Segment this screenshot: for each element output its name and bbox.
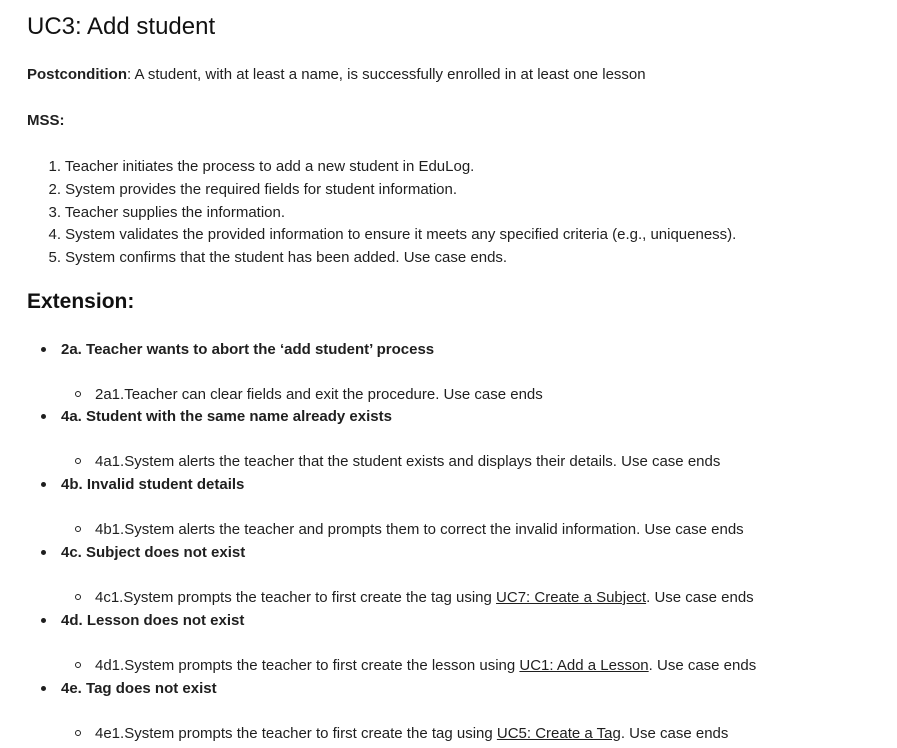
mss-step: 1. Teacher initiates the process to add … bbox=[27, 156, 736, 179]
extension-sub-text: 4b1.System alerts the teacher and prompt… bbox=[95, 521, 744, 538]
extension-sub-text-end: . Use case ends bbox=[620, 725, 729, 742]
extension-item: 4a. Student with the same name already e… bbox=[27, 407, 887, 475]
mss-step: 4. System validates the provided informa… bbox=[27, 224, 736, 247]
extension-sub-text: 4c1.System prompts the teacher to first … bbox=[95, 589, 497, 606]
bullet-circle-icon bbox=[75, 594, 81, 601]
mss-step-number: 2. bbox=[48, 180, 61, 198]
mss-step-number: 1. bbox=[48, 158, 61, 175]
extension-sub-text: 2a1.Teacher can clear fields and exit th… bbox=[95, 386, 543, 403]
extension-item-heading: 4a. Student with the same name already e… bbox=[27, 407, 392, 427]
mss-step: 2. System provides the required fields f… bbox=[27, 179, 736, 202]
bullet-disc-icon bbox=[41, 549, 46, 555]
bullet-disc-icon bbox=[41, 346, 46, 352]
postcondition-label: Postcondition bbox=[27, 66, 127, 83]
mss-step-text: System validates the provided informatio… bbox=[65, 226, 737, 244]
bullet-circle-icon bbox=[75, 526, 81, 533]
mss-step-number: 4. bbox=[48, 226, 61, 244]
mss-step: 5. System confirms that the student has … bbox=[27, 247, 736, 270]
postcondition: Postcondition: A student, with at least … bbox=[27, 66, 646, 83]
mss-step-number: 3. bbox=[48, 203, 61, 221]
extension-sub-text-end: . Use case ends bbox=[646, 589, 754, 606]
extension-item: 2a. Teacher wants to abort the ‘add stud… bbox=[27, 340, 887, 408]
extension-sub-text-end: . Use case ends bbox=[648, 657, 757, 674]
mss-step-text: Teacher initiates the process to add a n… bbox=[64, 158, 475, 175]
bullet-disc-icon bbox=[41, 617, 46, 623]
extension-item-title: 4a. Student with the same name already e… bbox=[61, 408, 392, 425]
extension-item-heading: 4b. Invalid student details bbox=[27, 475, 244, 495]
extension-item-title: 4e. Tag does not exist bbox=[61, 680, 217, 697]
mss-step-text: Teacher supplies the information. bbox=[64, 203, 286, 221]
extension-sub-text: 4a1.System alerts the teacher that the s… bbox=[95, 453, 721, 470]
mss-label: MSS: bbox=[27, 112, 65, 129]
extension-item-heading: 4d. Lesson does not exist bbox=[27, 611, 244, 631]
extension-item-title: 2a. Teacher wants to abort the ‘add stud… bbox=[61, 341, 435, 358]
bullet-circle-icon bbox=[75, 662, 81, 669]
extension-sub-text: 4e1.System prompts the teacher to first … bbox=[95, 725, 497, 742]
extension-sub-item: 2a1.Teacher can clear fields and exit th… bbox=[75, 385, 543, 405]
extension-item-heading: 4c. Subject does not exist bbox=[27, 543, 245, 563]
bullet-disc-icon bbox=[41, 481, 46, 487]
extension-item: 4b. Invalid student details 4b1.System a… bbox=[27, 475, 887, 543]
bullet-circle-icon bbox=[75, 458, 81, 465]
extension-item-title: 4c. Subject does not exist bbox=[61, 544, 246, 561]
extension-item-heading: 4e. Tag does not exist bbox=[27, 679, 217, 699]
postcondition-text: : A student, with at least a name, is su… bbox=[127, 66, 646, 83]
bullet-disc-icon bbox=[41, 413, 46, 419]
mss-step-text: System confirms that the student has bee… bbox=[65, 249, 508, 267]
extension-item-heading: 2a. Teacher wants to abort the ‘add stud… bbox=[27, 340, 434, 360]
extension-heading: Extension: bbox=[27, 290, 135, 313]
uc5-create-tag-link[interactable]: UC5: Create a Tag bbox=[497, 725, 621, 742]
page-title: UC3: Add student bbox=[27, 13, 216, 40]
bullet-disc-icon bbox=[41, 685, 46, 691]
uc1-add-lesson-link[interactable]: UC1: Add a Lesson bbox=[519, 657, 648, 674]
extension-sub-item: 4e1.System prompts the teacher to first … bbox=[75, 724, 728, 744]
extension-sub-item: 4b1.System alerts the teacher and prompt… bbox=[75, 520, 744, 540]
extension-item-title: 4d. Lesson does not exist bbox=[61, 612, 245, 629]
extension-item: 4e. Tag does not exist 4e1.System prompt… bbox=[27, 679, 887, 747]
extension-item: 4d. Lesson does not exist 4d1.System pro… bbox=[27, 611, 887, 679]
mss-step-text: System provides the required fields for … bbox=[65, 180, 458, 198]
bullet-circle-icon bbox=[75, 391, 81, 398]
extension-item: 4c. Subject does not exist 4c1.System pr… bbox=[27, 543, 887, 611]
extension-sub-text: 4d1.System prompts the teacher to first … bbox=[95, 657, 520, 674]
extension-item-title: 4b. Invalid student details bbox=[61, 476, 245, 493]
uc7-create-subject-link[interactable]: UC7: Create a Subject bbox=[496, 589, 646, 606]
extension-sub-item: 4c1.System prompts the teacher to first … bbox=[75, 588, 754, 608]
extension-sub-item: 4d1.System prompts the teacher to first … bbox=[75, 656, 756, 676]
bullet-circle-icon bbox=[75, 730, 81, 737]
mss-step: 3. Teacher supplies the information. bbox=[27, 202, 736, 225]
extension-sub-item: 4a1.System alerts the teacher that the s… bbox=[75, 452, 720, 472]
mss-step-list: 1. Teacher initiates the process to add … bbox=[27, 156, 736, 270]
mss-step-number: 5. bbox=[48, 249, 61, 267]
